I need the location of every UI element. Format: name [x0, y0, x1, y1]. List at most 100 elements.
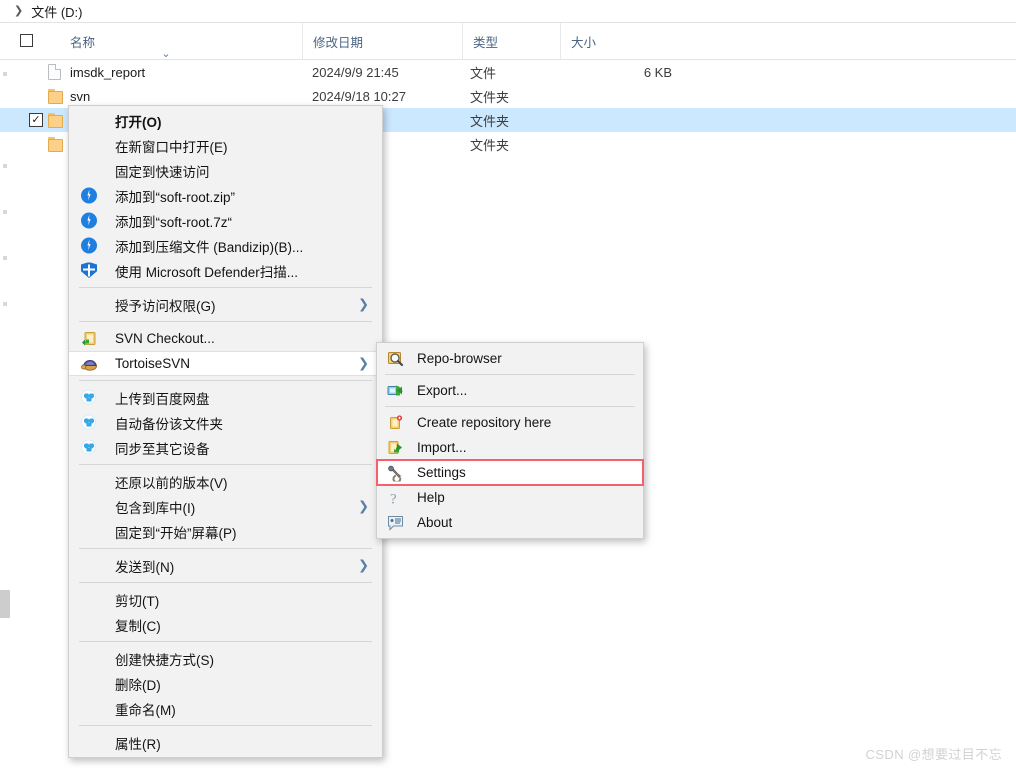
context-menu-item[interactable]: 重命名(M)	[69, 696, 382, 721]
context-menu-item[interactable]: 包含到库中(I) ❯	[69, 494, 382, 519]
context-menu-item[interactable]: 自动备份该文件夹	[69, 410, 382, 435]
chevron-right-icon: ❯	[358, 356, 369, 371]
bandizip-icon	[81, 187, 98, 204]
context-menu-item[interactable]: 打开(O)	[69, 108, 382, 133]
table-row[interactable]: imsdk_report 2024/9/9 21:45 文件 6 KB	[0, 60, 1016, 84]
submenu-item-label: Repo-browser	[417, 351, 502, 366]
context-menu-item[interactable]: 删除(D)	[69, 671, 382, 696]
breadcrumb-path[interactable]: 文件 (D:)	[31, 2, 82, 21]
context-menu-item-label: 添加到压缩文件 (Bandizip)(B)...	[115, 239, 304, 255]
submenu-item[interactable]: Import...	[377, 435, 643, 460]
context-menu-item[interactable]: 添加到“soft-root.zip”	[69, 183, 382, 208]
svn-checkout-icon	[81, 330, 98, 347]
context-menu-item-label: 授予访问权限(G)	[115, 298, 216, 314]
file-type: 文件夹	[470, 89, 510, 105]
context-menu-item-label: 发送到(N)	[115, 559, 175, 575]
document-icon	[48, 64, 64, 80]
context-menu-item-label: 创建快捷方式(S)	[115, 652, 214, 668]
column-header-label: 名称	[70, 35, 96, 50]
context-menu-item-label: 使用 Microsoft Defender扫描...	[115, 264, 299, 280]
context-menu-item[interactable]: 添加到压缩文件 (Bandizip)(B)...	[69, 233, 382, 258]
column-header-3[interactable]: 大小	[560, 23, 682, 59]
column-header-row: ⌄ 名称 修改日期 类型 大小	[0, 23, 1016, 60]
submenu-separator	[385, 406, 635, 407]
import-icon	[387, 439, 404, 456]
submenu-item[interactable]: Export...	[377, 378, 643, 403]
tortoise-icon	[81, 355, 98, 372]
baidu-icon	[81, 389, 98, 406]
about-icon	[387, 514, 404, 531]
submenu-item-label: About	[417, 515, 453, 530]
context-menu-item-label: SVN Checkout...	[115, 331, 215, 346]
context-menu-item[interactable]: 固定到“开始”屏幕(P)	[69, 519, 382, 544]
repo-browser-icon	[387, 350, 404, 367]
folder-icon	[48, 136, 64, 152]
context-menu-item-label: 重命名(M)	[115, 702, 176, 718]
tortoisesvn-submenu: Repo-browser Export... Create repository h…	[376, 342, 644, 539]
bandizip-icon	[81, 237, 98, 254]
submenu-separator	[385, 374, 635, 375]
context-menu-item-label: 同步至其它设备	[115, 441, 210, 457]
submenu-item[interactable]: ? Help	[377, 485, 643, 510]
context-menu-item[interactable]: 属性(R)	[69, 730, 382, 755]
context-menu-item-label: 添加到“soft-root.zip”	[115, 189, 236, 205]
context-menu-item[interactable]: 创建快捷方式(S)	[69, 646, 382, 671]
column-header-2[interactable]: 类型	[462, 23, 560, 59]
context-menu-item[interactable]: 固定到快速访问	[69, 158, 382, 183]
submenu-item[interactable]: Create repository here	[377, 410, 643, 435]
watermark: CSDN @想要过目不忘	[865, 747, 1002, 762]
context-menu-item[interactable]: 授予访问权限(G) ❯	[69, 292, 382, 317]
column-header-label: 修改日期	[313, 35, 364, 50]
context-menu-item[interactable]: 发送到(N) ❯	[69, 553, 382, 578]
scroll-thumb[interactable]	[0, 590, 10, 618]
context-menu-item[interactable]: 添加到“soft-root.7z“	[69, 208, 382, 233]
submenu-item[interactable]: Settings	[376, 459, 644, 486]
menu-separator	[79, 380, 372, 381]
settings-icon	[387, 464, 404, 483]
column-header-1[interactable]: 修改日期	[302, 23, 462, 59]
column-header-label: 类型	[473, 35, 499, 50]
menu-separator	[79, 548, 372, 549]
file-size	[560, 132, 672, 156]
submenu-item-label: Import...	[417, 440, 467, 455]
baidu-icon	[81, 439, 98, 456]
context-menu-item[interactable]: 剪切(T)	[69, 587, 382, 612]
folder-icon	[48, 88, 64, 104]
context-menu-item[interactable]: SVN Checkout...	[69, 326, 382, 351]
file-size: 6 KB	[643, 64, 672, 80]
column-header-0[interactable]: 名称	[20, 23, 312, 59]
menu-separator	[79, 464, 372, 465]
context-menu-item[interactable]: 上传到百度网盘	[69, 385, 382, 410]
context-menu-item[interactable]: TortoiseSVN ❯	[69, 351, 382, 376]
menu-separator	[79, 582, 372, 583]
context-menu-item-label: 上传到百度网盘	[115, 391, 210, 407]
submenu-item-label: Settings	[417, 465, 466, 480]
context-menu-item-label: TortoiseSVN	[115, 356, 191, 371]
context-menu-item-label: 复制(C)	[115, 618, 161, 634]
row-checkbox[interactable]: ✓	[29, 113, 43, 127]
context-menu-item-label: 还原以前的版本(V)	[115, 475, 228, 491]
context-menu-item-label: 包含到库中(I)	[115, 500, 196, 516]
baidu-icon	[81, 414, 98, 431]
context-menu-item[interactable]: 使用 Microsoft Defender扫描...	[69, 258, 382, 283]
context-menu-item-label: 剪切(T)	[115, 593, 160, 609]
submenu-item[interactable]: About	[377, 510, 643, 535]
submenu-item-label: Export...	[417, 383, 468, 398]
bandizip-icon	[81, 212, 98, 229]
chevron-right-icon: ❯	[358, 297, 369, 312]
file-size	[560, 108, 672, 132]
context-menu-item[interactable]: 还原以前的版本(V)	[69, 469, 382, 494]
context-menu-item[interactable]: 复制(C)	[69, 612, 382, 637]
chevron-right-icon: ❯	[358, 558, 369, 573]
breadcrumb[interactable]: ❯ 文件 (D:)	[0, 0, 1016, 22]
context-menu-item-label: 在新窗口中打开(E)	[115, 139, 228, 155]
export-icon	[387, 382, 404, 399]
file-type: 文件夹	[470, 137, 510, 153]
context-menu-item[interactable]: 在新窗口中打开(E)	[69, 133, 382, 158]
help-icon: ?	[387, 489, 404, 507]
chevron-right-icon: ❯	[14, 4, 24, 17]
menu-separator	[79, 287, 372, 288]
context-menu-item-label: 固定到快速访问	[115, 164, 210, 180]
submenu-item[interactable]: Repo-browser	[377, 346, 643, 371]
context-menu-item[interactable]: 同步至其它设备	[69, 435, 382, 460]
